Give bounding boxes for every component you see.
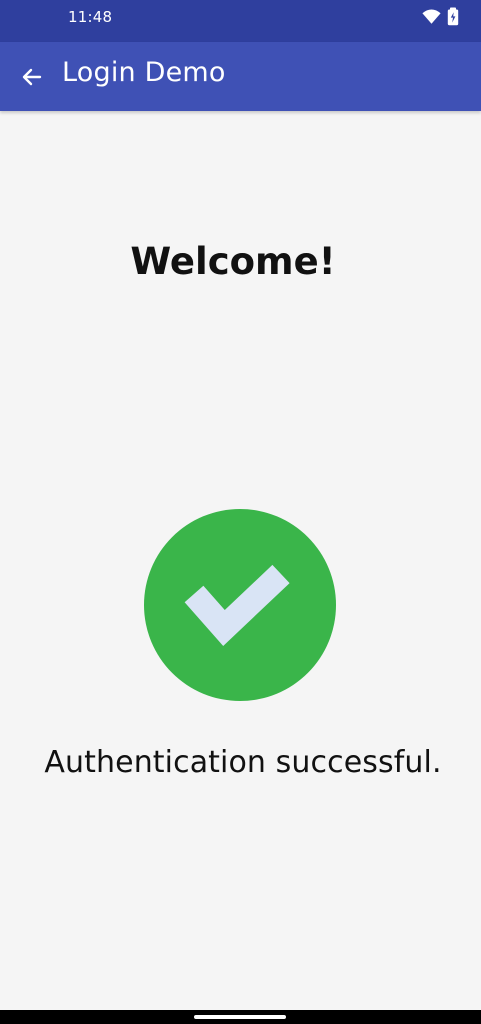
welcome-heading: Welcome! <box>130 240 336 283</box>
battery-icon <box>447 7 459 26</box>
back-button[interactable] <box>14 60 50 94</box>
authentication-success-screen: 11:48 Login Demo Welcome! Authentication… <box>0 0 481 1024</box>
status-time: 11:48 <box>68 8 113 26</box>
status-icons <box>422 7 459 26</box>
app-title: Login Demo <box>62 57 226 88</box>
check-circle-icon <box>144 509 336 701</box>
arrow-left-icon <box>22 68 42 86</box>
home-indicator[interactable] <box>194 1015 286 1019</box>
wifi-icon <box>422 9 441 24</box>
status-bar: 11:48 <box>0 0 481 42</box>
app-bar: Login Demo <box>0 42 481 111</box>
navigation-bar <box>0 1010 481 1024</box>
authentication-message: Authentication successful. <box>44 745 442 780</box>
